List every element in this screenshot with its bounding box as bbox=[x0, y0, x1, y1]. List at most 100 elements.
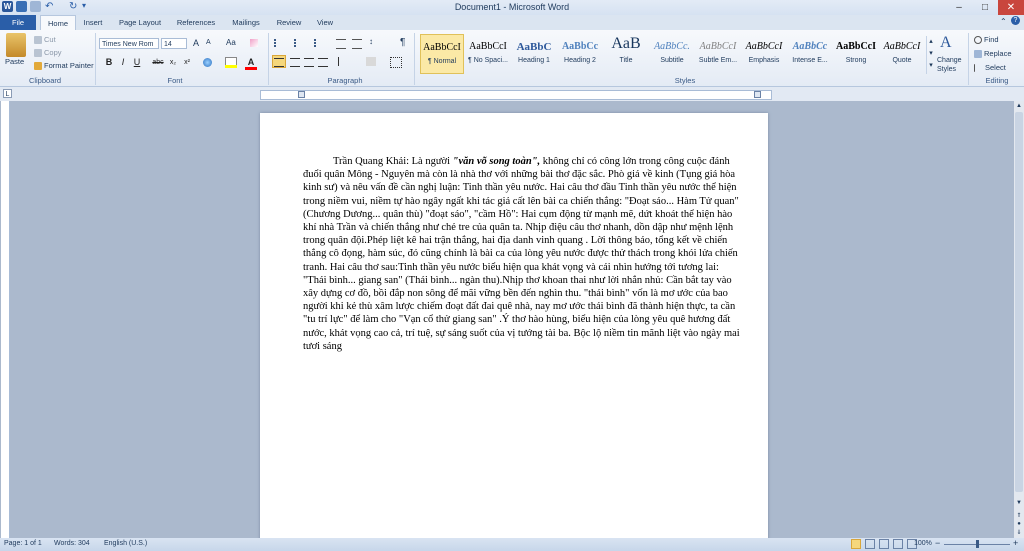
tab-home[interactable]: Home bbox=[40, 15, 76, 30]
superscript-button[interactable]: x² bbox=[182, 57, 192, 68]
next-page-icon[interactable]: ⇓ bbox=[1015, 529, 1023, 537]
clipboard-group-label: Clipboard bbox=[28, 76, 62, 85]
change-case-button[interactable]: Aa bbox=[226, 38, 236, 47]
tab-view[interactable]: View bbox=[310, 15, 340, 30]
grow-font-button[interactable]: A bbox=[193, 38, 199, 48]
style-sample: AaBbCcI bbox=[469, 41, 507, 52]
select-label: Select bbox=[985, 63, 1006, 72]
paragraph-text-rest: không chỉ có công lớn trong công cuộc đá… bbox=[303, 156, 740, 352]
style-subtitle[interactable]: AaBbCc. Subtitle bbox=[650, 34, 694, 74]
multilevel-list-icon[interactable] bbox=[314, 39, 328, 47]
style-strong[interactable]: AaBbCcI Strong bbox=[834, 34, 878, 74]
bullets-icon[interactable] bbox=[274, 39, 288, 47]
indent-marker-icon[interactable] bbox=[298, 91, 305, 98]
select-button[interactable]: Select bbox=[974, 63, 1006, 73]
style-sample: AaBbCcI bbox=[835, 41, 876, 52]
justify-icon[interactable] bbox=[318, 58, 328, 67]
style-subtle-emphasis[interactable]: AaBbCcI Subtle Em... bbox=[696, 34, 740, 74]
decrease-indent-icon[interactable] bbox=[336, 39, 346, 49]
shading-icon[interactable] bbox=[366, 57, 376, 66]
tab-selector-icon[interactable]: L bbox=[3, 89, 12, 98]
clear-formatting-icon[interactable] bbox=[250, 39, 258, 47]
maximize-button[interactable]: □ bbox=[972, 0, 998, 15]
format-painter-button[interactable]: Format Painter bbox=[34, 61, 94, 71]
styles-scroll-icon[interactable]: ▴ ▾ ▾ bbox=[926, 36, 935, 74]
cut-label: Cut bbox=[44, 35, 56, 44]
browse-object-icon[interactable]: ● bbox=[1015, 521, 1023, 529]
web-layout-view-icon[interactable] bbox=[879, 539, 889, 549]
minimize-ribbon-icon[interactable]: ⌃ bbox=[1000, 17, 1007, 26]
tab-page-layout[interactable]: Page Layout bbox=[112, 15, 168, 30]
font-group-label: Font bbox=[167, 76, 183, 85]
style-emphasis[interactable]: AaBbCcI Emphasis bbox=[742, 34, 786, 74]
tab-file[interactable]: File bbox=[0, 15, 36, 30]
underline-button[interactable]: U bbox=[132, 57, 142, 68]
tab-mailings[interactable]: Mailings bbox=[224, 15, 268, 30]
italic-button[interactable]: I bbox=[118, 57, 128, 68]
page-count[interactable]: Page: 1 of 1 bbox=[4, 540, 42, 547]
vertical-ruler[interactable] bbox=[1, 101, 10, 538]
increase-indent-icon[interactable] bbox=[352, 39, 362, 49]
print-layout-view-icon[interactable] bbox=[851, 539, 861, 549]
style-sample: AaBbCcI bbox=[745, 41, 783, 52]
word-count[interactable]: Words: 304 bbox=[54, 540, 90, 547]
text-effects-icon[interactable] bbox=[203, 58, 212, 67]
horizontal-ruler[interactable] bbox=[260, 90, 772, 100]
zoom-out-icon[interactable]: − bbox=[935, 538, 940, 548]
style-title[interactable]: AaB Title bbox=[604, 34, 648, 74]
full-screen-view-icon[interactable] bbox=[865, 539, 875, 549]
language-indicator[interactable]: English (U.S.) bbox=[104, 540, 147, 547]
previous-page-icon[interactable]: ⇑ bbox=[1015, 512, 1023, 520]
copy-button[interactable]: Copy bbox=[34, 48, 62, 58]
align-center-icon[interactable] bbox=[290, 58, 300, 67]
subscript-button[interactable]: x₂ bbox=[168, 57, 178, 68]
change-styles-icon[interactable]: A bbox=[940, 34, 952, 52]
paste-button[interactable]: Paste bbox=[5, 57, 24, 66]
scroll-down-icon[interactable]: ▼ bbox=[1015, 500, 1023, 508]
style-name: Intense E... bbox=[792, 57, 828, 64]
zoom-in-icon[interactable]: + bbox=[1013, 538, 1018, 548]
change-styles-button[interactable]: Change Styles bbox=[937, 56, 967, 74]
borders-icon[interactable] bbox=[390, 57, 402, 68]
line-spacing-icon[interactable] bbox=[338, 57, 349, 66]
document-body[interactable]: Trần Quang Khải: Là người "văn võ song t… bbox=[303, 155, 743, 353]
align-right-icon[interactable] bbox=[304, 58, 314, 67]
shrink-font-button[interactable]: A bbox=[206, 39, 211, 46]
style-name: Emphasis bbox=[748, 57, 780, 64]
scrollbar-thumb[interactable] bbox=[1015, 112, 1023, 492]
font-size-select[interactable]: 14 bbox=[161, 38, 187, 49]
font-family-select[interactable]: Times New Rom bbox=[99, 38, 159, 49]
style-heading-2[interactable]: AaBbCc Heading 2 bbox=[558, 34, 602, 74]
close-button[interactable]: ✕ bbox=[998, 0, 1024, 15]
tab-review[interactable]: Review bbox=[272, 15, 306, 30]
help-icon[interactable]: ? bbox=[1011, 16, 1020, 25]
style-quote[interactable]: AaBbCcI Quote bbox=[880, 34, 924, 74]
bold-button[interactable]: B bbox=[104, 57, 114, 68]
style-intense-emphasis[interactable]: AaBbCc Intense E... bbox=[788, 34, 832, 74]
zoom-level[interactable]: 100% bbox=[914, 540, 932, 547]
zoom-slider-thumb[interactable] bbox=[976, 540, 979, 548]
right-indent-marker-icon[interactable] bbox=[754, 91, 761, 98]
style-normal[interactable]: AaBbCcI ¶ Normal bbox=[420, 34, 464, 74]
show-marks-button[interactable]: ¶ bbox=[400, 37, 405, 48]
tab-insert[interactable]: Insert bbox=[78, 15, 108, 30]
numbering-icon[interactable] bbox=[294, 39, 308, 47]
sort-icon[interactable]: ↕ bbox=[369, 37, 373, 46]
outline-view-icon[interactable] bbox=[893, 539, 903, 549]
style-no-spacing[interactable]: AaBbCcI ¶ No Spaci... bbox=[466, 34, 510, 74]
scroll-up-icon[interactable]: ▲ bbox=[1015, 103, 1023, 111]
tab-references[interactable]: References bbox=[172, 15, 220, 30]
format-painter-label: Format Painter bbox=[44, 61, 94, 70]
replace-button[interactable]: Replace bbox=[974, 49, 1012, 59]
cut-button[interactable]: Cut bbox=[34, 35, 56, 45]
highlight-color-swatch bbox=[225, 65, 237, 68]
style-name: Subtle Em... bbox=[698, 57, 738, 64]
find-button[interactable]: Find bbox=[974, 35, 999, 45]
strikethrough-button[interactable]: abc bbox=[150, 57, 166, 68]
style-sample: AaBbCcI bbox=[883, 41, 921, 52]
style-sample: AaB bbox=[611, 35, 641, 52]
align-left-icon bbox=[274, 58, 284, 67]
minimize-button[interactable]: – bbox=[946, 0, 972, 15]
style-name: ¶ Normal bbox=[427, 58, 457, 65]
style-heading-1[interactable]: AaBbC Heading 1 bbox=[512, 34, 556, 74]
